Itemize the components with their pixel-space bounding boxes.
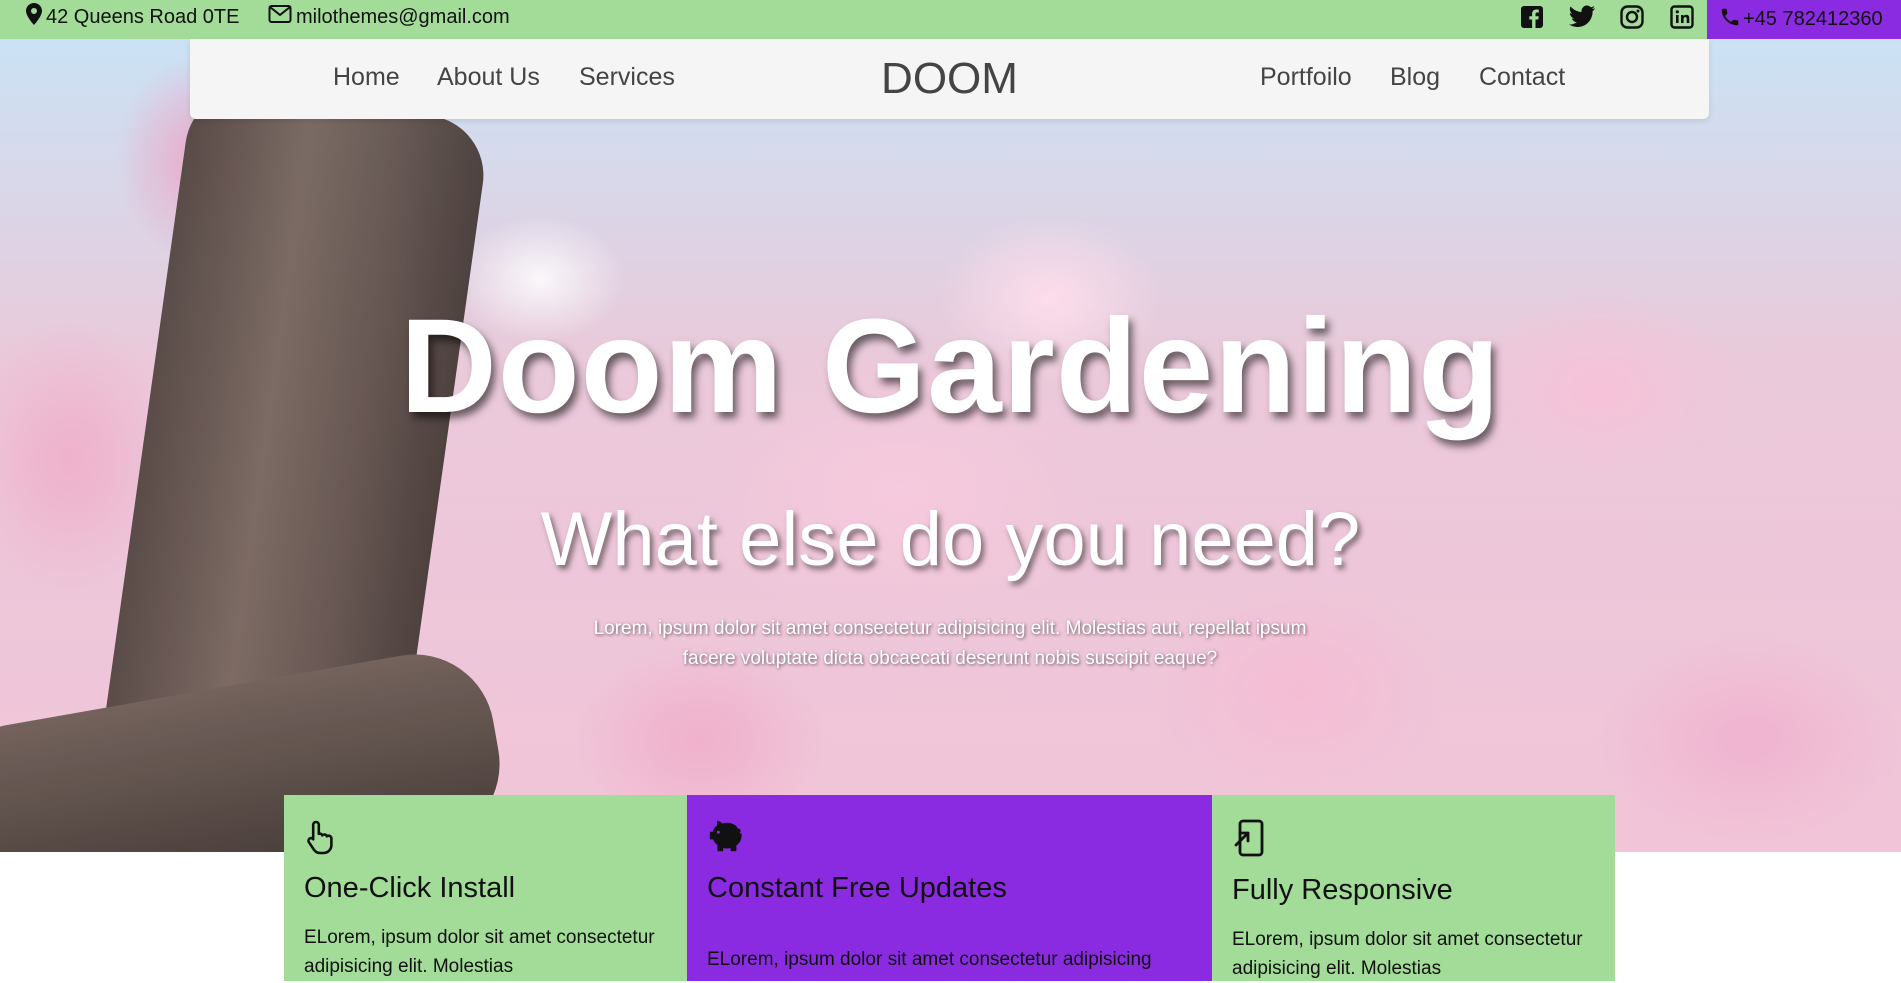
hero-title: Doom Gardening <box>400 292 1501 441</box>
mobile-icon <box>1232 819 1268 857</box>
location-pin-icon <box>26 3 46 31</box>
hero-section <box>0 39 1901 852</box>
main-nav: Home About Us Services DOOM Portfoilo Bl… <box>190 39 1709 119</box>
envelope-icon <box>268 4 296 30</box>
address-text: 42 Queens Road 0TE <box>46 5 240 28</box>
instagram-icon[interactable] <box>1618 3 1646 31</box>
pointer-hand-icon <box>304 819 340 855</box>
hero-subtitle: What else do you need? <box>540 497 1361 582</box>
feature-title: Fully Responsive <box>1232 874 1453 906</box>
phone-text[interactable]: +45 782412360 <box>1743 8 1883 31</box>
feature-card-install: One-Click Install ELorem, ipsum dolor si… <box>284 795 687 981</box>
hero-text: Lorem, ipsum dolor sit amet consectetur … <box>593 618 1307 669</box>
nav-item-home[interactable]: Home <box>333 63 400 92</box>
social-links <box>1518 2 1696 32</box>
feature-title: Constant Free Updates <box>707 872 1007 904</box>
linkedin-icon[interactable] <box>1668 3 1696 31</box>
phone-badge[interactable]: +45 782412360 <box>1707 0 1901 39</box>
piggy-bank-icon <box>707 819 743 855</box>
nav-item-blog[interactable]: Blog <box>1390 63 1440 92</box>
feature-card-updates: Constant Free Updates ELorem, ipsum dolo… <box>687 795 1212 981</box>
nav-item-about-us[interactable]: About Us <box>437 63 540 92</box>
feature-text: ELorem, ipsum dolor sit amet consectetur… <box>304 927 655 977</box>
feature-text: ELorem, ipsum dolor sit amet consectetur… <box>707 949 1152 970</box>
feature-card-responsive: Fully Responsive ELorem, ipsum dolor sit… <box>1212 795 1615 981</box>
feature-text: ELorem, ipsum dolor sit amet consectetur… <box>1232 929 1583 979</box>
top-bar: 42 Queens Road 0TE milothemes@gmail.com … <box>0 0 1901 39</box>
address-info: 42 Queens Road 0TE <box>26 0 239 34</box>
nav-item-services[interactable]: Services <box>579 63 675 92</box>
twitter-icon[interactable] <box>1568 3 1596 31</box>
email-info[interactable]: milothemes@gmail.com <box>268 0 510 34</box>
feature-title: One-Click Install <box>304 872 516 904</box>
email-text[interactable]: milothemes@gmail.com <box>296 6 510 29</box>
phone-icon <box>1719 6 1743 34</box>
nav-item-contact[interactable]: Contact <box>1479 63 1565 92</box>
facebook-icon[interactable] <box>1518 3 1546 31</box>
nav-item-portfolio[interactable]: Portfoilo <box>1260 63 1352 92</box>
